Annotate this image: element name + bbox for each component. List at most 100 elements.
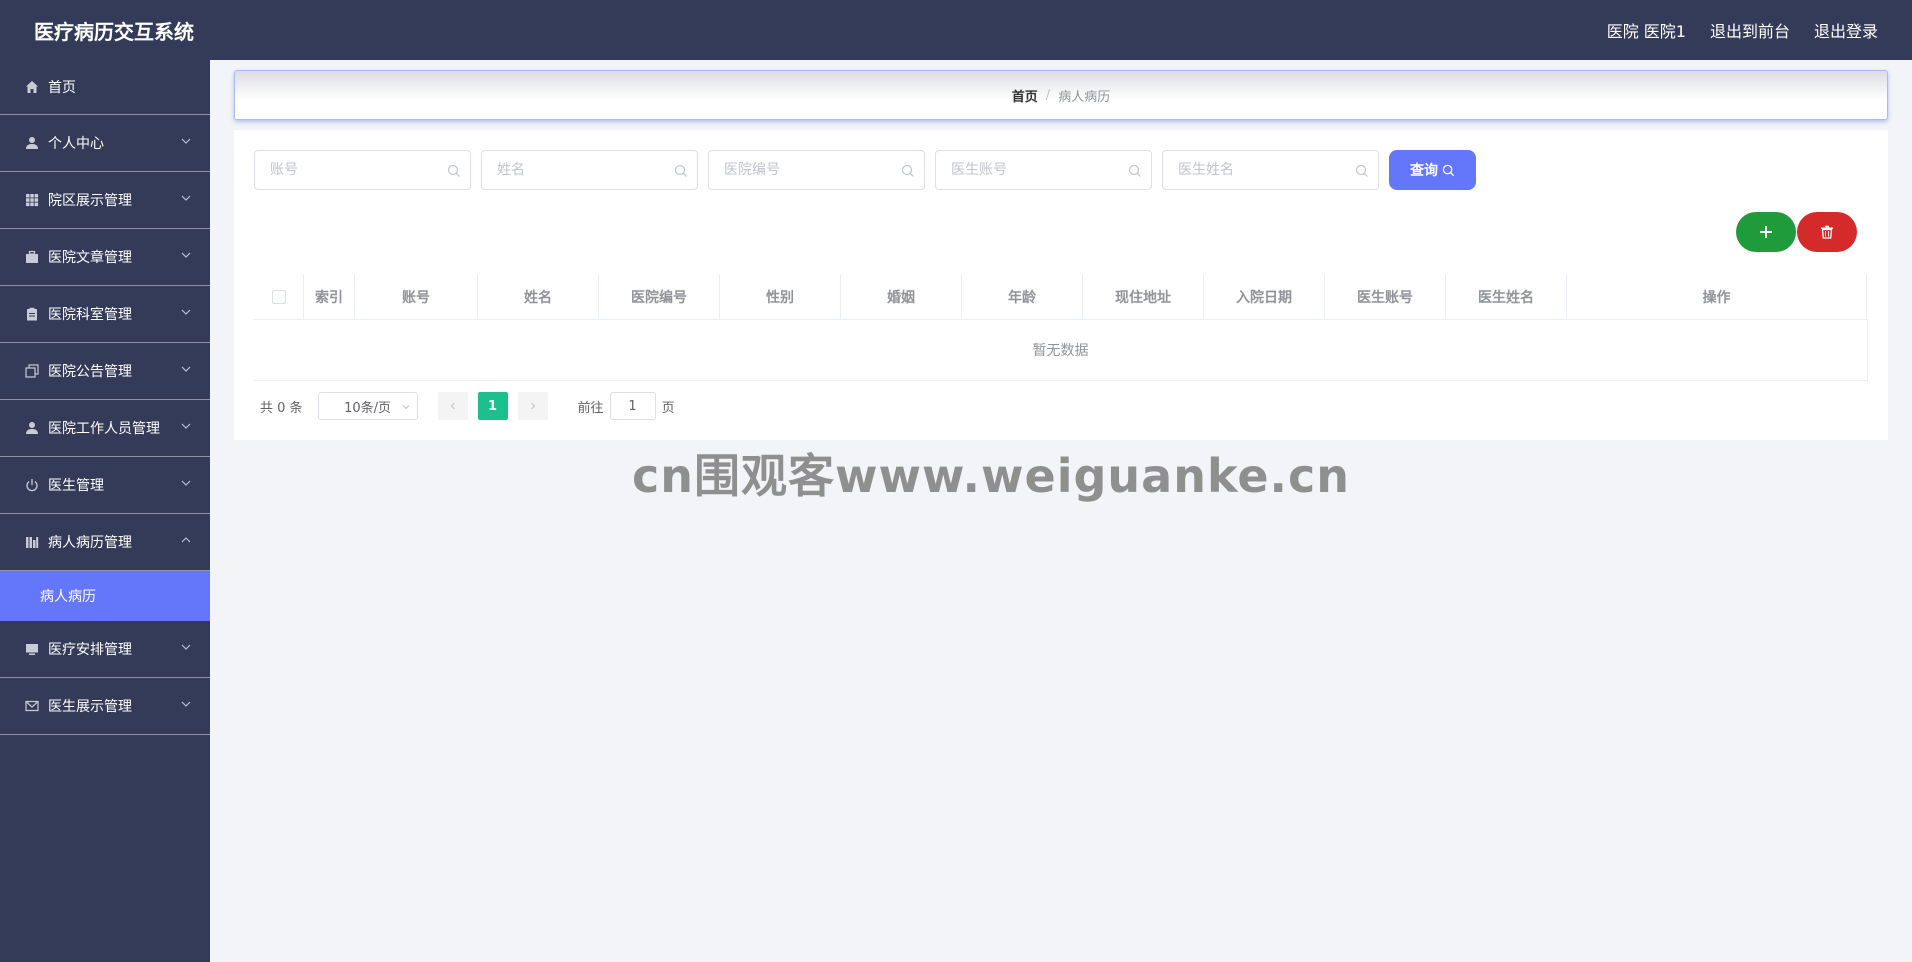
hospital-id-search-input[interactable] [709,151,924,189]
sidebar-item-patient-records[interactable]: 病人病历管理 [0,514,210,571]
search-icon [1128,164,1141,177]
sidebar-item-doctors[interactable]: 医生管理 [0,457,210,514]
sidebar-item-label: 个人中心 [48,136,104,152]
back-to-frontend-link[interactable]: 退出到前台 [1710,18,1790,42]
search-icon [1355,164,1368,177]
goto-label: 前往 [577,400,604,416]
page-number-button[interactable]: 1 [477,392,508,420]
current-user-link[interactable]: 医院 医院1 [1607,18,1686,42]
select-all-column [254,274,304,320]
column-header: 姓名 [478,274,599,320]
breadcrumb-home[interactable]: 首页 [1012,86,1038,105]
page-unit-label: 页 [661,400,675,416]
top-header: 医疗病历交互系统 医院 医院1 退出到前台 退出登录 [0,0,1912,60]
column-header: 年龄 [962,274,1083,320]
user-icon [24,420,40,436]
doctor-name-search-field[interactable] [1162,150,1379,190]
column-header: 医生姓名 [1446,274,1567,320]
plus-icon [1760,226,1772,238]
briefcase-icon [24,249,40,265]
page-size-select[interactable]: 10条/页 [317,392,418,420]
sidebar-item-label: 医生展示管理 [48,699,132,715]
breadcrumb-current: 病人病历 [1058,89,1111,105]
logout-link[interactable]: 退出登录 [1814,18,1878,42]
records-table: 索引 账号 姓名 医院编号 性别 婚姻 年龄 现住地址 入院日期 医生账号 医生… [254,274,1868,381]
column-header: 性别 [720,274,841,320]
query-button[interactable]: 查询 [1389,150,1476,190]
chevron-left-icon [450,402,455,410]
app-title: 医疗病历交互系统 [34,19,194,44]
add-button[interactable] [1736,212,1796,252]
doctor-name-search-input[interactable] [1163,151,1378,189]
sidebar-item-label: 医院工作人员管理 [48,421,160,437]
chart-icon [24,534,40,550]
sidebar: 首页 个人中心 院区展示管理 医院文章管理 医院科室管理 医院公告管理 医院工作… [0,60,210,962]
page-jumper: 前往 页 [578,392,675,420]
sidebar-item-label: 医院公告管理 [48,364,132,380]
chevron-down-icon [181,309,191,315]
sidebar-item-label: 医院科室管理 [48,307,132,323]
column-header: 婚姻 [841,274,962,320]
copy-icon [24,363,40,379]
sidebar-item-announcements[interactable]: 医院公告管理 [0,343,210,400]
chevron-right-icon [530,402,535,410]
select-all-checkbox[interactable] [272,290,286,304]
doctor-account-search-input[interactable] [936,151,1151,189]
query-button-label: 查询 [1410,163,1438,179]
table-header: 索引 账号 姓名 医院编号 性别 婚姻 年龄 现住地址 入院日期 医生账号 医生… [254,274,1868,320]
home-icon [24,79,40,95]
chevron-down-icon [181,423,191,429]
chevron-down-icon [181,644,191,650]
sidebar-item-personal-center[interactable]: 个人中心 [0,115,210,172]
search-icon [901,164,914,177]
watermark-text: cn围观客www.weiguanke.cn [632,449,1351,503]
submenu-item-patient-records[interactable]: 病人病历 [0,571,210,621]
chevron-down-icon [181,138,191,144]
sidebar-item-staff[interactable]: 医院工作人员管理 [0,400,210,457]
account-search-input[interactable] [255,151,470,189]
column-header: 医院编号 [599,274,720,320]
sidebar-item-label: 首页 [48,80,76,96]
chevron-down-icon [181,195,191,201]
chevron-up-icon [181,537,191,543]
column-header: 现住地址 [1083,274,1204,320]
sidebar-item-departments[interactable]: 医院科室管理 [0,286,210,343]
account-search-field[interactable] [254,150,471,190]
sidebar-item-label: 院区展示管理 [48,193,132,209]
pagination-total: 共 0 条 [260,400,303,416]
name-search-field[interactable] [481,150,698,190]
breadcrumb: 首页 / 病人病历 [234,70,1888,120]
chevron-down-icon [181,480,191,486]
next-page-button[interactable] [517,392,548,420]
search-icon [1442,164,1455,176]
column-header: 账号 [355,274,478,320]
page-size-value: 10条/页 [344,400,392,416]
search-icon [674,164,687,177]
column-header: 索引 [304,274,355,320]
chevron-down-icon [402,405,409,410]
sidebar-item-label: 医疗安排管理 [48,642,132,658]
delete-button[interactable] [1797,212,1857,252]
sidebar-item-campus[interactable]: 院区展示管理 [0,172,210,229]
sidebar-item-medical-schedule[interactable]: 医疗安排管理 [0,621,210,678]
sidebar-item-label: 医生管理 [48,478,104,494]
prev-page-button[interactable] [437,392,468,420]
empty-state: 暂无数据 [254,320,1868,380]
hospital-id-search-field[interactable] [708,150,925,190]
sidebar-item-home[interactable]: 首页 [0,60,210,115]
name-search-input[interactable] [482,151,697,189]
breadcrumb-separator: / [1045,87,1051,103]
sidebar-item-articles[interactable]: 医院文章管理 [0,229,210,286]
power-icon [24,477,40,493]
goto-page-input[interactable] [609,392,656,420]
clipboard-icon [24,306,40,322]
chevron-down-icon [181,701,191,707]
mail-icon [24,698,40,714]
doctor-account-search-field[interactable] [935,150,1152,190]
chevron-down-icon [181,366,191,372]
column-header: 医生账号 [1325,274,1446,320]
pagination: 共 0 条 10条/页 1 前往 页 [260,392,675,420]
chevron-down-icon [181,252,191,258]
sidebar-item-doctor-showcase[interactable]: 医生展示管理 [0,678,210,735]
sidebar-item-label: 医院文章管理 [48,250,132,266]
